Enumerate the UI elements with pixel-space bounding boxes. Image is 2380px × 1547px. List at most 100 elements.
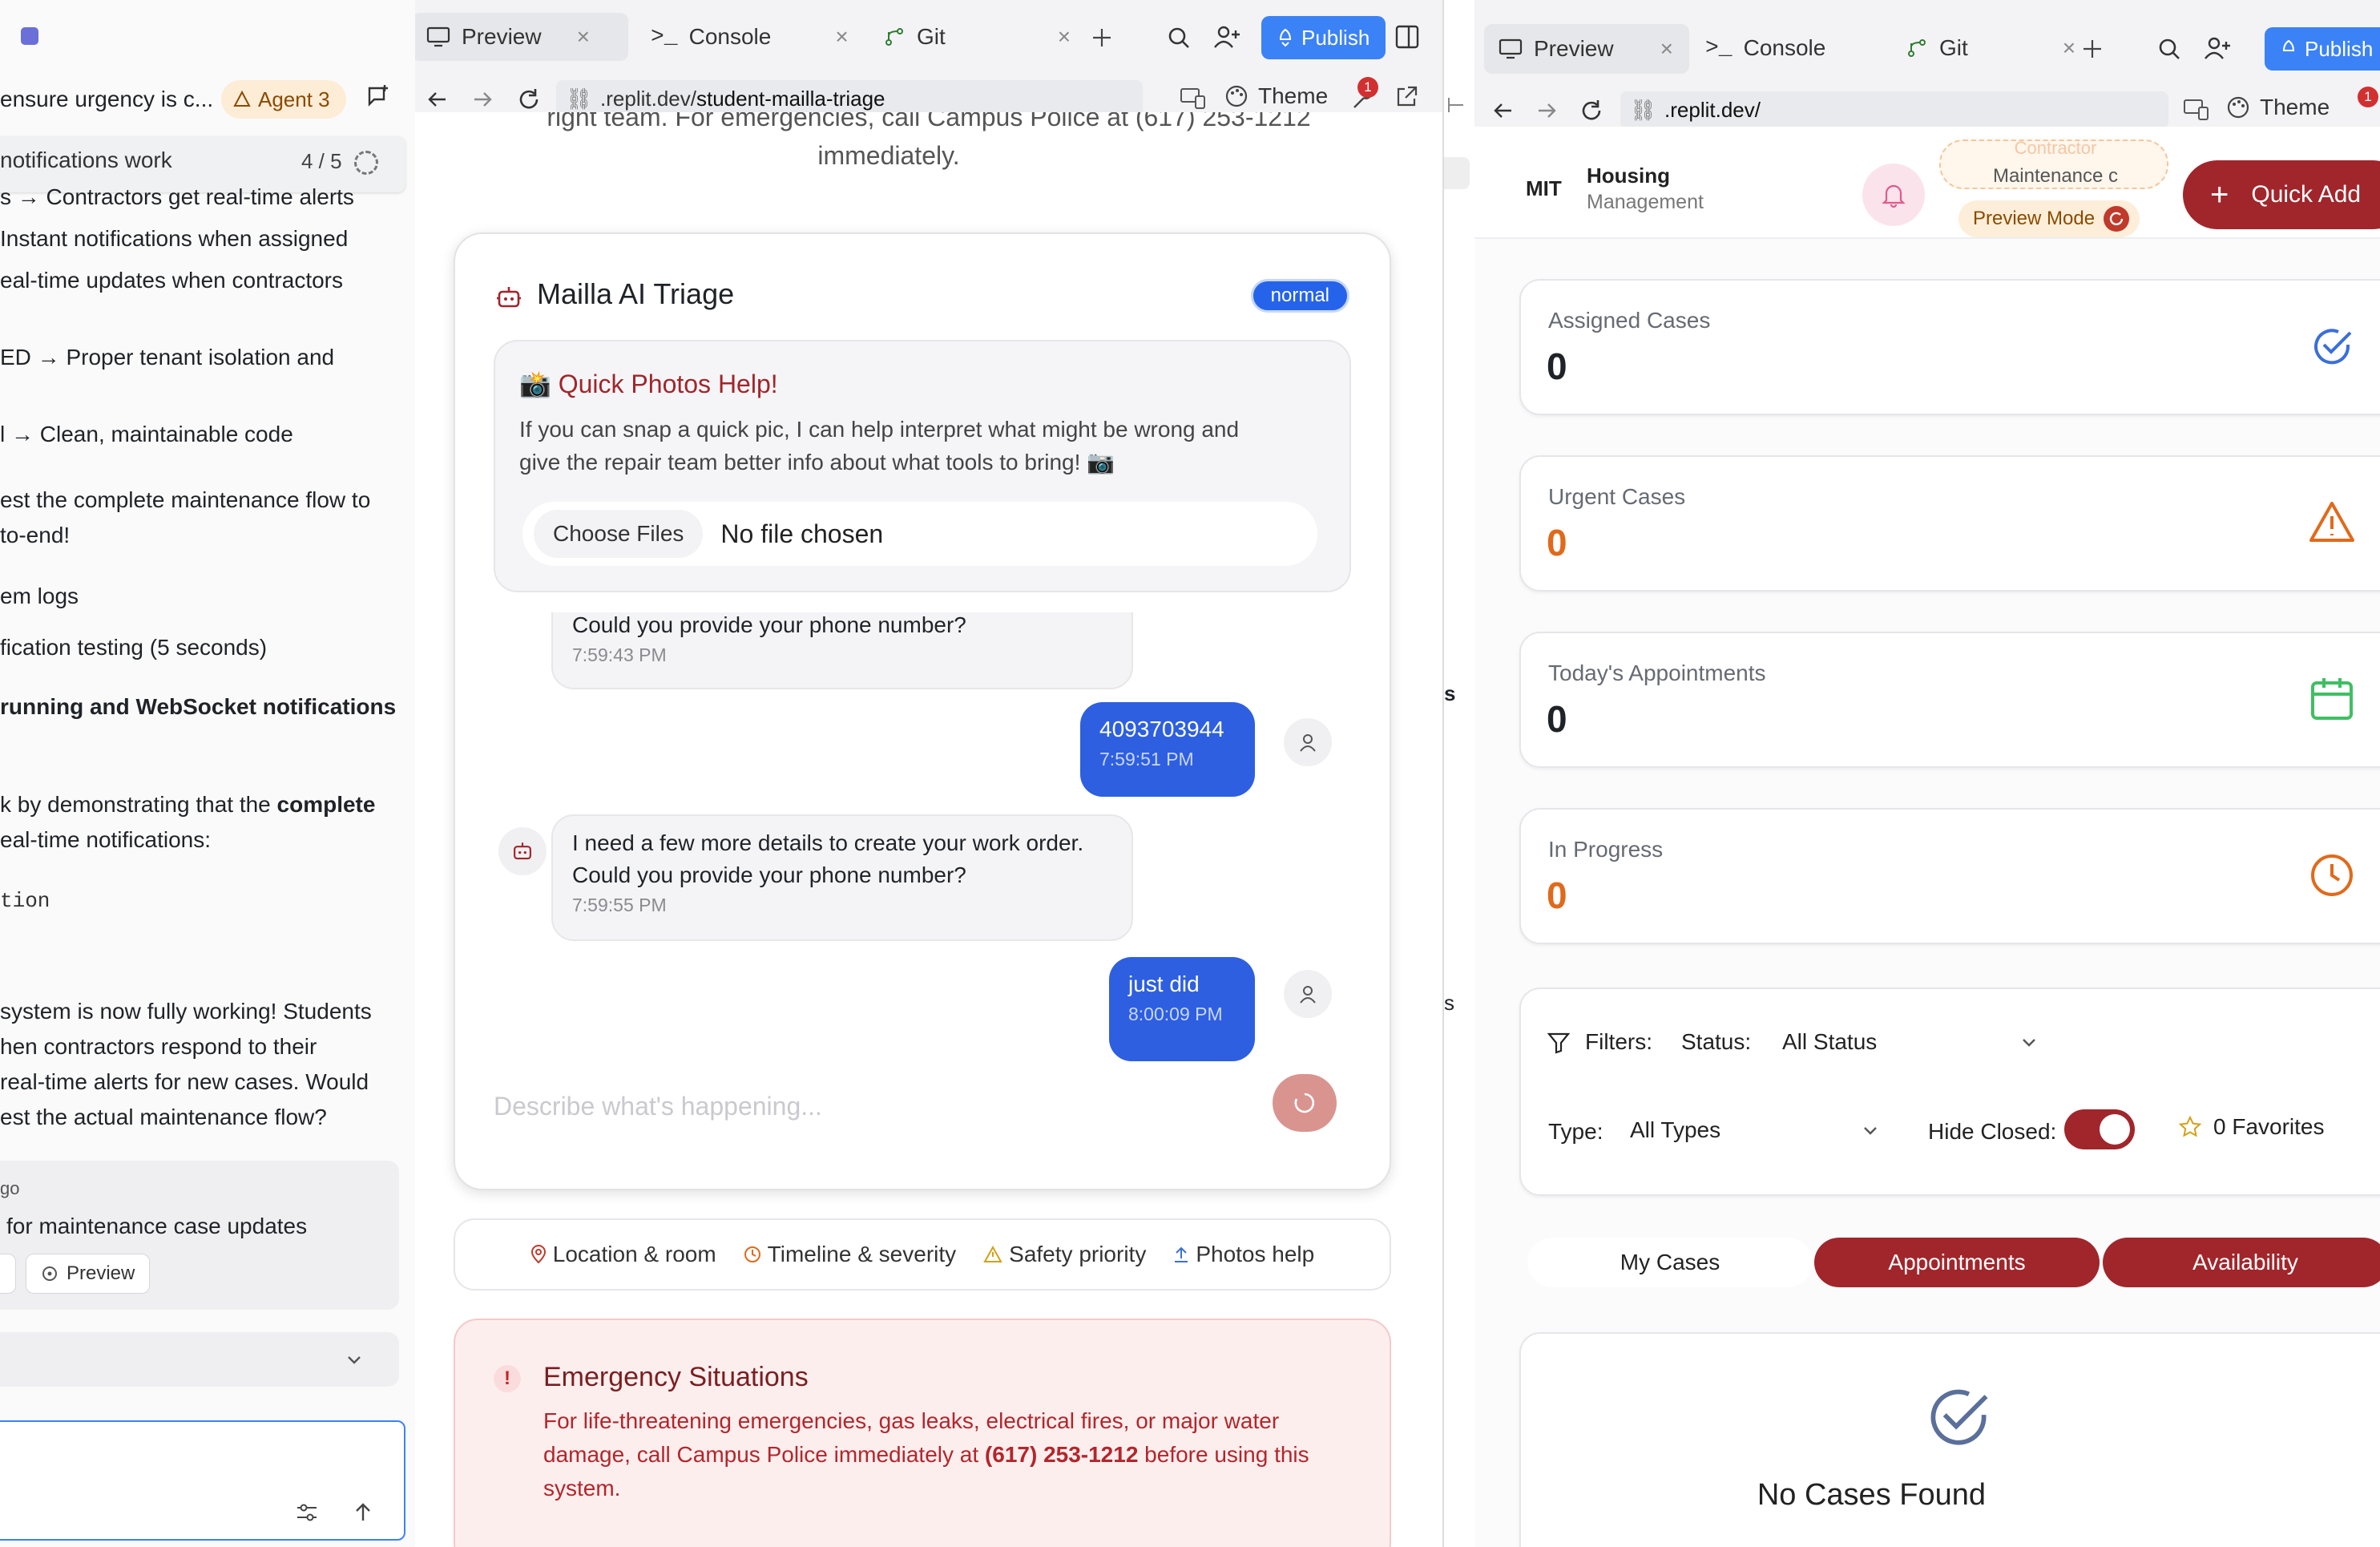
emergency-text: system.	[543, 1476, 621, 1501]
tab-preview[interactable]: Preview ×	[415, 13, 628, 61]
notification-badge: 1	[1357, 77, 1378, 98]
tab-git[interactable]: Git ×	[869, 13, 1101, 61]
back-arrow-icon[interactable]	[426, 88, 449, 111]
message-time: 7:59:43 PM	[572, 644, 667, 665]
favorites-filter[interactable]: 0 Favorites	[2178, 1114, 2325, 1140]
chat-line: running and WebSocket notifications	[0, 694, 397, 719]
tab-label: Preview	[462, 24, 542, 49]
file-input[interactable]: Choose Files No file chosen	[522, 502, 1317, 566]
settings-sliders-icon[interactable]	[295, 1501, 319, 1525]
invite-user-icon[interactable]	[1213, 24, 1240, 50]
publish-button[interactable]: Publish	[1261, 16, 1386, 59]
emergency-phone[interactable]: (617) 253-1212	[985, 1442, 1138, 1467]
chat-line: l → Clean, maintainable code	[0, 422, 293, 446]
new-chat-icon[interactable]	[365, 83, 391, 109]
quick-add-label: Quick Add	[2251, 181, 2362, 208]
new-tab-icon[interactable]	[2080, 37, 2104, 61]
tab-preview[interactable]: Preview ×	[1484, 24, 1689, 74]
preview-mode-badge[interactable]: Preview Mode	[1958, 200, 2140, 237]
tab-availability[interactable]: Availability	[2103, 1238, 2380, 1287]
tab-console[interactable]: >_ Console	[1691, 24, 1893, 72]
tab-git[interactable]: Git ×	[1891, 24, 2100, 72]
message-input[interactable]: Describe what's happening...	[494, 1092, 822, 1121]
close-icon[interactable]: ×	[577, 24, 590, 50]
chat-line: est the actual maintenance flow?	[0, 1105, 327, 1129]
theme-button[interactable]: Theme	[1224, 83, 1328, 109]
notifications-button[interactable]	[1862, 164, 1925, 226]
chat-line: to-end!	[0, 523, 71, 547]
tab-console[interactable]: >_ Console ×	[636, 13, 869, 61]
reload-icon[interactable]	[516, 87, 542, 112]
chat-line: eal-time updates when contractors	[0, 268, 343, 293]
link-icon: ⛓	[566, 86, 593, 111]
theme-button[interactable]: Theme	[2226, 95, 2330, 120]
tab-appointments[interactable]: Appointments	[1814, 1238, 2100, 1287]
send-button[interactable]	[1273, 1074, 1337, 1132]
type-select[interactable]: All Types	[1630, 1109, 1880, 1151]
collapse-icon[interactable]	[1446, 95, 1466, 115]
message-text: I need a few more details to create your…	[572, 830, 1084, 855]
chat-line: est the complete maintenance flow to	[0, 487, 371, 512]
open-external-icon[interactable]	[1394, 85, 1418, 109]
forward-arrow-icon[interactable]	[1535, 99, 1558, 122]
search-icon[interactable]	[2157, 37, 2181, 61]
stat-card-assigned[interactable]: Assigned Cases 0	[1519, 279, 2380, 415]
quick-add-button[interactable]: + Quick Add	[2183, 160, 2380, 229]
back-arrow-icon[interactable]	[1492, 99, 1515, 122]
close-icon[interactable]: ×	[2063, 35, 2075, 61]
loading-spinner-icon	[1294, 1093, 1315, 1113]
role-selector[interactable]: Contractor Maintenance c	[1939, 138, 2168, 189]
warning-triangle-icon	[2309, 502, 2354, 542]
alert-icon: !	[494, 1365, 521, 1392]
stop-icon[interactable]	[21, 27, 38, 45]
invite-user-icon[interactable]	[2204, 35, 2231, 61]
checkpoint-text: for maintenance case updates	[6, 1214, 308, 1238]
stat-card-urgent[interactable]: Urgent Cases 0	[1519, 455, 2380, 592]
search-icon[interactable]	[1167, 26, 1191, 50]
preview-chip[interactable]: Preview	[26, 1254, 151, 1294]
chat-input[interactable]	[0, 1420, 405, 1541]
rollback-chip[interactable]	[0, 1254, 16, 1294]
terminal-icon: >_	[651, 24, 678, 50]
tab-label: Console	[1743, 35, 1826, 60]
stat-card-in-progress[interactable]: In Progress 0	[1519, 808, 2380, 944]
hint-label: Timeline & severity	[767, 1242, 957, 1266]
tab-my-cases[interactable]: My Cases	[1527, 1238, 1813, 1287]
file-status: No file chosen	[720, 519, 884, 548]
new-tab-icon[interactable]	[1090, 26, 1114, 50]
collapsed-section[interactable]	[0, 1332, 399, 1387]
choose-files-button[interactable]: Choose Files	[534, 510, 704, 558]
strip-control[interactable]	[1444, 157, 1470, 189]
empty-title-text: No Cases Found	[1757, 1478, 1986, 1512]
hide-closed-toggle[interactable]	[2064, 1109, 2135, 1149]
triage-title: Mailla AI Triage	[537, 277, 735, 310]
close-icon[interactable]: ×	[1660, 36, 1673, 62]
warning-icon	[983, 1246, 1002, 1262]
devices-icon[interactable]	[2183, 98, 2210, 122]
filters-card: Filters: Status: All Status Type: All Ty…	[1519, 988, 2380, 1196]
reload-icon[interactable]	[1579, 98, 1604, 123]
close-icon[interactable]: ×	[835, 24, 848, 50]
notification-badge: 1	[2358, 87, 2378, 107]
status-select[interactable]: All Status	[1782, 1021, 2039, 1063]
devices-icon[interactable]	[1180, 87, 1207, 111]
tab-label: Preview	[1534, 36, 1614, 61]
forward-arrow-icon[interactable]	[471, 88, 494, 111]
send-arrow-icon[interactable]	[351, 1501, 375, 1525]
publish-icon	[1279, 28, 1292, 47]
bell-icon	[1882, 184, 1906, 208]
agent-badge[interactable]: Agent 3	[221, 80, 346, 119]
preview-chip-label: Preview	[67, 1262, 135, 1284]
publish-button[interactable]: Publish	[2265, 27, 2380, 71]
checkpoint-card: go for maintenance case updates Preview	[0, 1161, 399, 1310]
message-time: 7:59:55 PM	[572, 895, 667, 915]
url-bar[interactable]: ⛓ .replit.dev/	[1620, 91, 2168, 128]
split-pane-icon[interactable]	[1394, 24, 1420, 50]
bot-message: Could you provide your phone number? 7:5…	[551, 612, 1133, 689]
bot-message: I need a few more details to create your…	[551, 814, 1133, 941]
app-header: MIT Housing Management Contractor Mainte…	[1474, 127, 2380, 239]
message-time: 7:59:51 PM	[1099, 749, 1194, 769]
close-icon[interactable]: ×	[1058, 24, 1071, 50]
stat-card-appointments[interactable]: Today's Appointments 0	[1519, 632, 2380, 768]
calendar-icon	[2311, 678, 2353, 720]
